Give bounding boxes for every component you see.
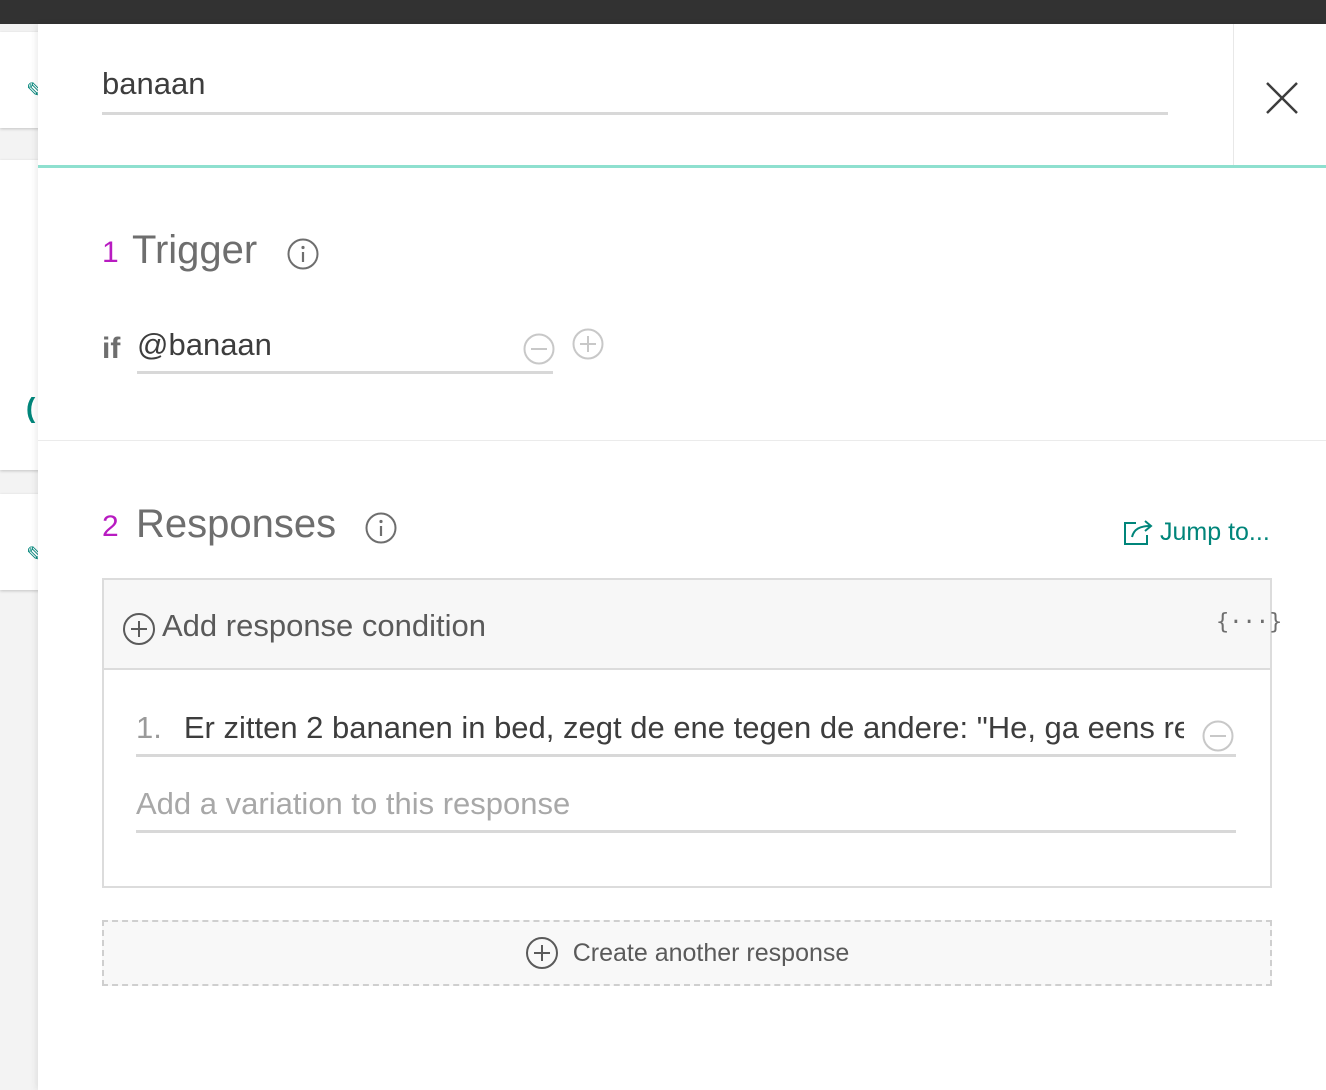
response-block: Add response condition {···} 1. Er zitten… (102, 578, 1282, 888)
variation-text[interactable]: Er zitten 2 bananen in bed, zegt de ene … (184, 710, 1184, 746)
add-icon (123, 613, 155, 645)
section-divider (38, 440, 1326, 441)
close-icon (1266, 82, 1298, 114)
jump-to-link[interactable]: Jump to... (1122, 514, 1270, 550)
trigger-condition-input[interactable]: @banaan (137, 327, 553, 374)
response-condition-bar: Add response condition {···} (104, 580, 1282, 670)
responses-section-title: Responses (136, 502, 337, 546)
node-icon: ( (26, 392, 36, 423)
add-response-condition-button[interactable]: Add response condition (122, 606, 486, 646)
if-label: if (102, 332, 121, 365)
trigger-section-title: Trigger (132, 228, 258, 272)
jump-to-icon (1124, 520, 1153, 545)
node-editor-panel: banaan 1 Trigger if @banaan 2 Responses (38, 24, 1326, 1090)
jump-to-label: Jump to... (1160, 517, 1270, 546)
close-button[interactable] (1264, 80, 1300, 116)
info-icon[interactable] (365, 512, 397, 544)
top-bar (0, 0, 1326, 24)
response-variation[interactable]: 1. Er zitten 2 bananen in bed, zegt de en… (136, 710, 1236, 757)
add-variation-input[interactable]: Add a variation to this response (136, 786, 1236, 833)
add-condition-icon[interactable] (572, 328, 604, 360)
panel-header: banaan (38, 24, 1326, 168)
trigger-section-number: 1 (102, 236, 119, 269)
info-icon[interactable] (287, 238, 319, 270)
remove-variation-icon[interactable] (1202, 720, 1234, 752)
create-another-response-label: Create another response (572, 938, 850, 967)
add-icon (525, 937, 558, 969)
variation-number: 1. (136, 710, 162, 745)
node-name-input[interactable]: banaan (102, 66, 1168, 115)
remove-condition-icon[interactable] (523, 333, 555, 365)
responses-section-number: 2 (102, 510, 119, 543)
divider (1233, 24, 1234, 165)
create-another-response-button[interactable]: Create another response (102, 920, 1272, 986)
json-editor-button[interactable]: {···} (1216, 610, 1282, 635)
add-response-condition-label: Add response condition (162, 608, 487, 643)
